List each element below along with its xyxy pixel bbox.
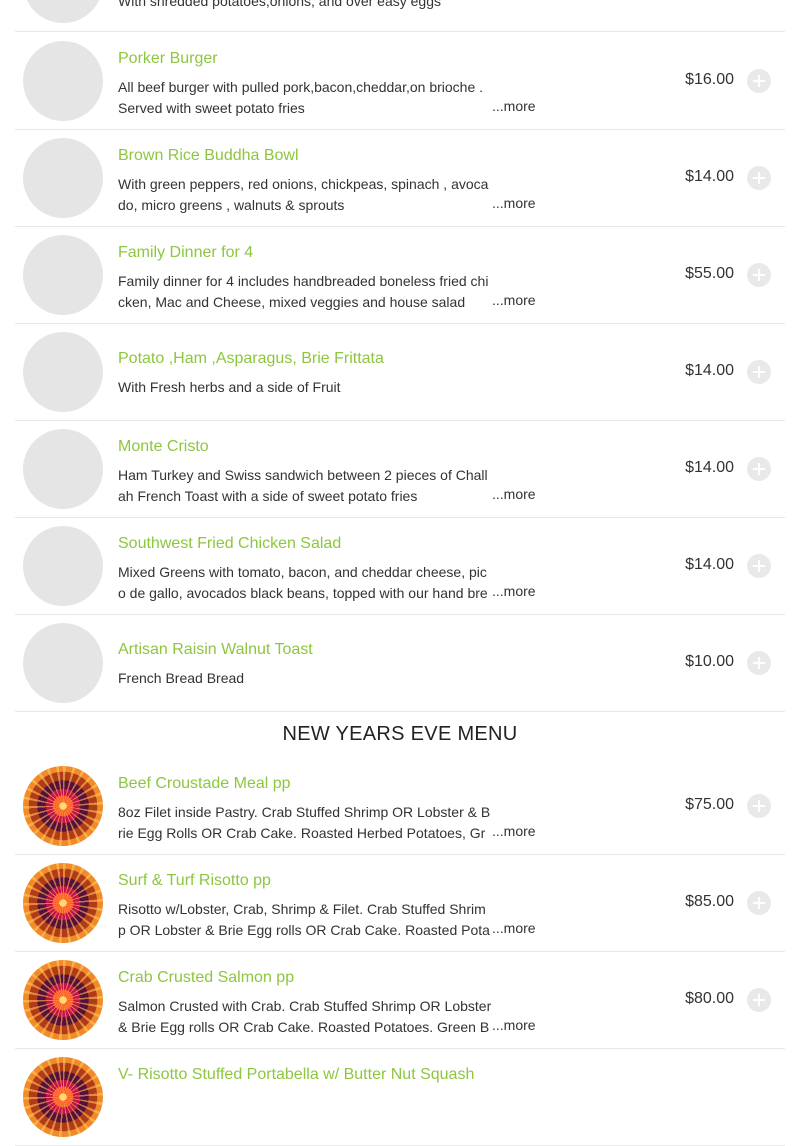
item-photo-placeholder <box>23 0 103 23</box>
menu-item[interactable]: Surf & Turf Risotto pp Risotto w/Lobster,… <box>15 855 785 952</box>
item-description: Salmon Crusted with Crab. Crab Stuffed S… <box>118 998 492 1035</box>
item-description: All beef burger with pulled pork,bacon,c… <box>118 79 484 116</box>
add-to-cart-icon[interactable] <box>747 166 771 190</box>
menu-item[interactable]: V- Risotto Stuffed Portabella w/ Butter … <box>15 1049 785 1146</box>
item-name[interactable]: Family Dinner for 4 <box>118 244 253 262</box>
add-to-cart-icon[interactable] <box>747 794 771 818</box>
menu-item[interactable]: Crab Crusted Salmon pp Salmon Crusted wit… <box>15 952 785 1049</box>
more-link[interactable]: ...more <box>492 486 536 502</box>
item-name[interactable]: Porker Burger <box>118 50 218 68</box>
item-photo-placeholder <box>23 526 103 606</box>
add-to-cart-icon[interactable] <box>747 554 771 578</box>
item-price: $75.00 <box>685 796 734 813</box>
item-photo-fireworks <box>23 960 103 1040</box>
item-price: $14.00 <box>685 362 734 379</box>
item-name[interactable]: Surf & Turf Risotto pp <box>118 872 271 890</box>
item-price: $16.00 <box>685 71 734 88</box>
item-photo-placeholder <box>23 138 103 218</box>
item-price: $85.00 <box>685 893 734 910</box>
more-link[interactable]: ...more <box>492 98 536 114</box>
item-description: 8oz Filet inside Pastry. Crab Stuffed Sh… <box>118 804 491 841</box>
add-to-cart-icon[interactable] <box>747 457 771 481</box>
item-description: French Bread Bread <box>118 670 245 686</box>
item-photo-fireworks <box>23 766 103 846</box>
item-description: With shredded potatoes,onions, and over … <box>118 0 441 9</box>
menu-item[interactable]: Porker Burger All beef burger with pulled… <box>15 33 785 130</box>
menu-item[interactable]: Southwest Fried Chicken Salad Mixed Green… <box>15 518 785 615</box>
item-photo-placeholder <box>23 235 103 315</box>
menu-item[interactable]: Monte Cristo Ham Turkey and Swiss sandwic… <box>15 421 785 518</box>
item-price: $80.00 <box>685 990 734 1007</box>
more-link[interactable]: ...more <box>492 195 536 211</box>
more-link[interactable]: ...more <box>492 1017 536 1033</box>
item-name[interactable]: Southwest Fried Chicken Salad <box>118 535 341 553</box>
item-photo-fireworks <box>23 1057 103 1137</box>
menu-item[interactable]: Brown Rice Buddha Bowl With green peppers… <box>15 130 785 227</box>
item-description: Risotto w/Lobster, Crab, Shrimp & Filet.… <box>118 901 490 938</box>
more-link[interactable]: ...more <box>492 292 536 308</box>
item-name[interactable]: Crab Crusted Salmon pp <box>118 969 294 987</box>
menu-item[interactable]: Potato ,Ham ,Asparagus, Brie Frittata Wit… <box>15 324 785 421</box>
add-to-cart-icon[interactable] <box>747 263 771 287</box>
item-price: $14.00 <box>685 168 734 185</box>
item-photo-placeholder <box>23 623 103 703</box>
item-name[interactable]: V- Risotto Stuffed Portabella w/ Butter … <box>118 1066 474 1084</box>
add-to-cart-icon[interactable] <box>747 360 771 384</box>
item-price: $14.00 <box>685 556 734 573</box>
item-name[interactable]: Monte Cristo <box>118 438 209 456</box>
more-link[interactable]: ...more <box>492 583 536 599</box>
item-name[interactable]: Potato ,Ham ,Asparagus, Brie Frittata <box>118 350 384 368</box>
menu-item-partial[interactable]: With shredded potatoes,onions, and over … <box>15 0 785 32</box>
item-description: With green peppers, red onions, chickpea… <box>118 176 489 213</box>
menu-item[interactable]: Family Dinner for 4 Family dinner for 4 i… <box>15 227 785 324</box>
more-link[interactable]: ...more <box>492 920 536 936</box>
item-photo-placeholder <box>23 332 103 412</box>
menu-item[interactable]: Artisan Raisin Walnut Toast French Bread … <box>15 615 785 712</box>
item-description: Family dinner for 4 includes handbreaded… <box>118 273 489 310</box>
item-photo-placeholder <box>23 429 103 509</box>
section-heading-new-years-eve: NEW YEARS EVE MENU <box>282 723 518 745</box>
item-name[interactable]: Artisan Raisin Walnut Toast <box>118 641 313 659</box>
add-to-cart-icon[interactable] <box>747 69 771 93</box>
item-photo-fireworks <box>23 863 103 943</box>
add-to-cart-icon[interactable] <box>747 651 771 675</box>
item-description: With Fresh herbs and a side of Fruit <box>118 379 341 395</box>
item-name[interactable]: Brown Rice Buddha Bowl <box>118 147 299 165</box>
item-price: $14.00 <box>685 459 734 476</box>
add-to-cart-icon[interactable] <box>747 891 771 915</box>
item-price: $55.00 <box>685 265 734 282</box>
item-description: Ham Turkey and Swiss sandwich between 2 … <box>118 467 488 504</box>
item-name[interactable]: Beef Croustade Meal pp <box>118 775 291 793</box>
item-price: $10.00 <box>685 653 734 670</box>
item-description: Mixed Greens with tomato, bacon, and che… <box>118 564 488 601</box>
more-link[interactable]: ...more <box>492 823 536 839</box>
add-to-cart-icon[interactable] <box>747 988 771 1012</box>
item-photo-placeholder <box>23 41 103 121</box>
menu-item[interactable]: Beef Croustade Meal pp 8oz Filet inside P… <box>15 758 785 855</box>
